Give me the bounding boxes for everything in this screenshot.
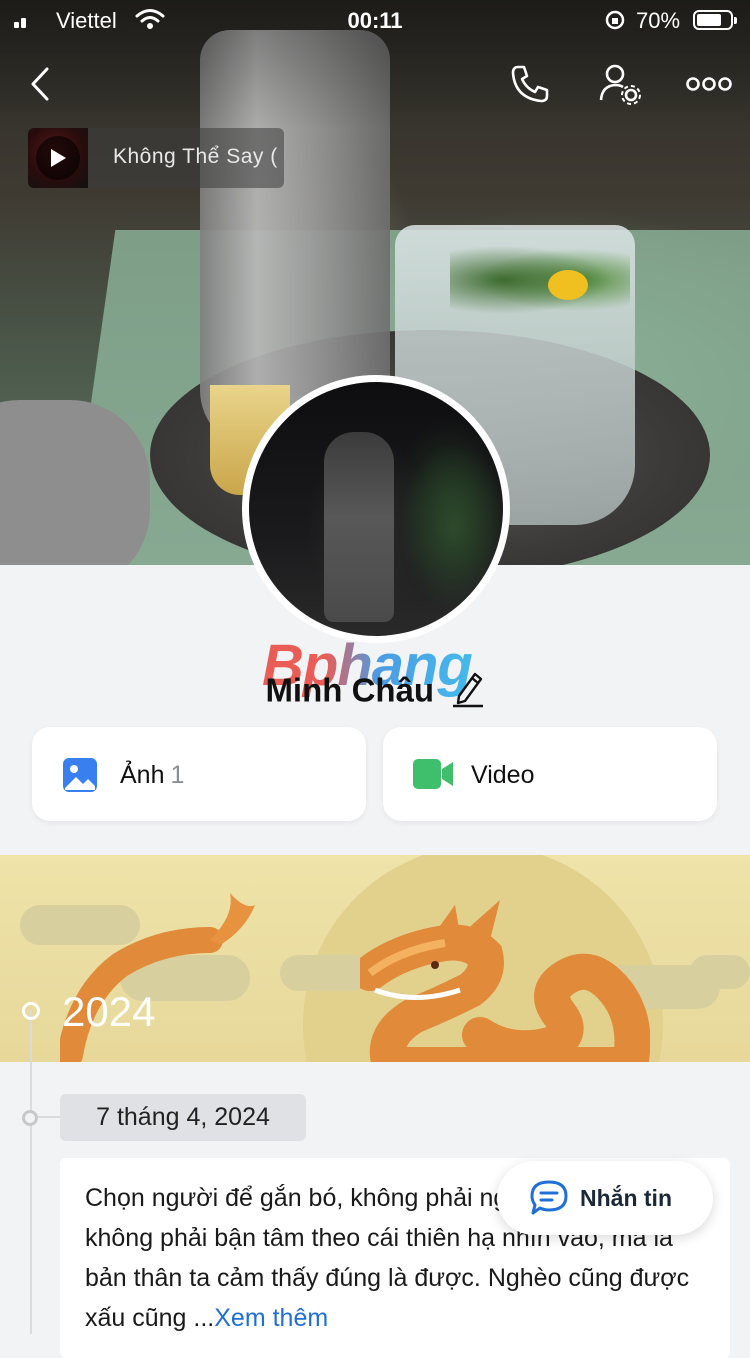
message-button-label: Nhắn tin [580,1185,672,1211]
profile-settings-button[interactable] [596,60,644,108]
phone-icon [511,65,549,103]
cover-sofa [0,400,150,565]
timeline-year: 2024 [62,988,156,1035]
profile-music-chip[interactable]: Không Thể Say ( [28,128,284,188]
avatar-photo [249,382,503,636]
message-button[interactable]: Nhắn tin [497,1161,713,1235]
back-icon [31,67,49,101]
profile-name: Minh Châu [265,671,435,709]
battery-percent: 70% [636,8,681,33]
profile-name-row: Minh Châu [0,668,750,713]
edit-name-button[interactable] [451,668,485,713]
cover-flower [548,270,588,300]
photos-label: Ảnh [120,761,165,789]
videos-card[interactable]: Video [383,727,717,821]
edit-icon [452,672,483,708]
play-icon [51,149,66,167]
videos-label: Video [471,761,535,789]
more-button[interactable] [684,60,734,108]
timeline-dot [22,1110,38,1126]
avatar-figure [324,432,394,622]
timeline-year-dot [22,1002,40,1020]
user-settings-icon [599,64,641,105]
music-title: Không Thể Say ( [113,145,278,168]
image-icon [62,757,98,798]
timeline-connector [38,1116,60,1118]
post-date: 7 tháng 4, 2024 [60,1094,306,1141]
photos-label-row: Ảnh 1 [120,761,184,790]
timeline-line [30,1010,32,1334]
avatar[interactable] [242,375,510,643]
chat-icon [529,1179,569,1222]
status-bar: Viettel 00:11 70% [0,0,750,40]
banner-cloud [280,955,370,991]
more-icon [686,77,732,91]
banner-cloud [690,955,750,989]
dragon-illustration [360,900,650,1062]
play-button[interactable] [36,136,80,180]
cover-leaves [450,240,630,320]
photos-card[interactable]: Ảnh 1 [32,727,366,821]
rotation-lock-icon [604,9,626,37]
see-more-link[interactable]: Xem thêm [214,1304,328,1332]
photos-count: 1 [170,761,185,789]
call-button[interactable] [506,60,554,108]
avatar-plant [399,442,503,612]
video-camera-icon [413,757,455,796]
back-button[interactable] [16,60,64,108]
battery-icon [693,10,737,30]
